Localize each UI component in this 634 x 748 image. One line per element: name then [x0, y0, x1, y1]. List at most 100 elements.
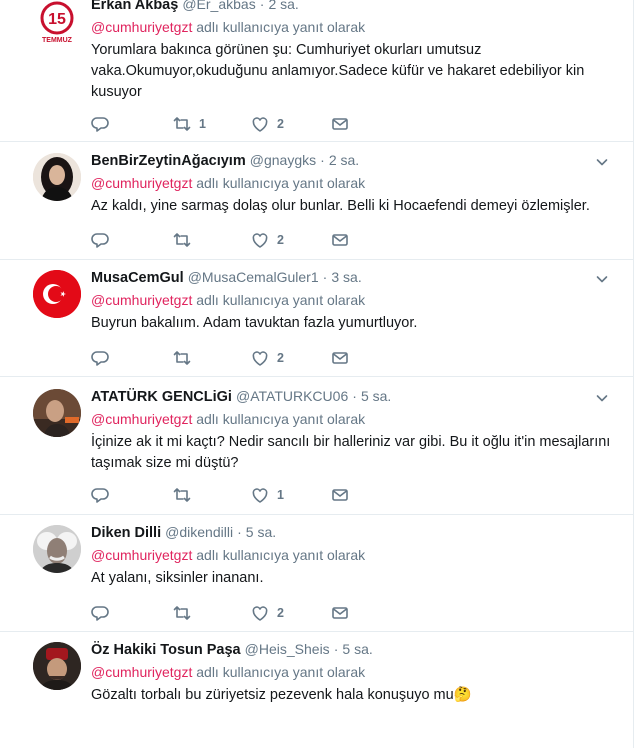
like-icon — [252, 351, 268, 366]
reply-icon — [91, 351, 109, 366]
separator-dot: · — [320, 152, 325, 168]
timestamp[interactable]: 5 sa. — [246, 524, 276, 540]
separator-dot: · — [352, 388, 357, 404]
tweet-text-body: Gözaltı torbalı bu züriyetsiz pezevenk h… — [91, 687, 454, 703]
like-button[interactable]: 1 — [251, 485, 284, 505]
user-handle[interactable]: @MusaCemalGuler1 — [188, 269, 319, 285]
mention-link[interactable]: @cumhuriyetgzt — [91, 175, 192, 191]
retweet-icon — [173, 351, 191, 365]
tweet-text: İçinize ak it mi kaçtı? Nedir sancılı bi… — [91, 434, 611, 471]
avatar[interactable] — [33, 270, 81, 318]
like-button[interactable]: 2 — [251, 603, 284, 623]
retweet-button[interactable]: 1 — [173, 114, 206, 134]
reply-button[interactable] — [91, 230, 109, 250]
message-button[interactable] — [331, 603, 349, 623]
like-button[interactable]: 2 — [251, 230, 284, 250]
timestamp[interactable]: 5 sa. — [342, 641, 372, 657]
timestamp[interactable]: 2 sa. — [329, 152, 359, 168]
reply-icon — [91, 488, 109, 503]
retweet-icon — [173, 488, 191, 502]
reply-label: adlı kullanıcıya yanıt olarak — [196, 19, 366, 35]
retweet-icon — [173, 117, 191, 131]
display-name[interactable]: Erkan Akbaş — [91, 0, 178, 13]
tweet-text: Yorumlara bakınca görünen şu: Cumhuriyet… — [91, 42, 585, 100]
reply-context: @cumhuriyetgzt adlı kullanıcıya yanıt ol… — [91, 173, 614, 193]
reply-context: @cumhuriyetgzt adlı kullanıcıya yanıt ol… — [91, 409, 614, 429]
user-handle[interactable]: @Er_akbas — [182, 0, 255, 12]
message-button[interactable] — [331, 114, 349, 134]
tweet-actions: 2 — [91, 230, 361, 250]
display-name[interactable]: Öz Hakiki Tosun Paşa — [91, 642, 241, 658]
mention-link[interactable]: @cumhuriyetgzt — [91, 411, 192, 427]
timestamp[interactable]: 2 sa. — [268, 0, 298, 12]
tweet[interactable]: Diken Dilli @dikendilli · 5 sa. @cumhuri… — [0, 515, 633, 632]
chevron-down-icon[interactable] — [596, 273, 608, 285]
avatar[interactable] — [33, 153, 81, 201]
tweet-actions: 2 — [91, 348, 361, 368]
user-handle[interactable]: @gnaygks — [250, 152, 316, 168]
display-name[interactable]: BenBirZeytinAğacıyım — [91, 153, 246, 169]
separator-dot: · — [237, 524, 242, 540]
display-name[interactable]: ATATÜRK GENCLiGi — [91, 389, 232, 405]
timestamp[interactable]: 5 sa. — [361, 388, 391, 404]
svg-text:TEMMUZ: TEMMUZ — [42, 37, 73, 44]
retweet-icon — [173, 606, 191, 620]
mention-link[interactable]: @cumhuriyetgzt — [91, 19, 192, 35]
separator-dot: · — [333, 641, 339, 657]
tweet-header: BenBirZeytinAğacıyım @gnaygks · 2 sa. — [91, 150, 614, 170]
mention-link[interactable]: @cumhuriyetgzt — [91, 664, 192, 680]
message-icon — [332, 352, 348, 364]
reply-button[interactable] — [91, 603, 109, 623]
message-icon — [332, 234, 348, 246]
user-handle[interactable]: @Heis_Sheis — [245, 641, 330, 657]
like-icon — [252, 117, 268, 132]
user-handle[interactable]: @dikendilli — [165, 524, 233, 540]
timestamp[interactable]: 3 sa. — [331, 269, 361, 285]
tweet[interactable]: MusaCemGul @MusaCemalGuler1 · 3 sa. @cum… — [0, 260, 633, 377]
avatar[interactable] — [33, 642, 81, 690]
reply-button[interactable] — [91, 485, 109, 505]
tweet-header: MusaCemGul @MusaCemalGuler1 · 3 sa. — [91, 267, 614, 287]
tweet[interactable]: 15 TEMMUZ Erkan Akbaş @Er_akbas · 2 sa. … — [0, 0, 633, 142]
reply-label: adlı kullanıcıya yanıt olarak — [196, 411, 366, 427]
reply-button[interactable] — [91, 114, 109, 134]
like-icon — [252, 488, 268, 503]
reply-label: adlı kullanıcıya yanıt olarak — [196, 175, 366, 191]
display-name[interactable]: MusaCemGul — [91, 270, 184, 286]
thinking-face-emoji: 🤔 — [453, 687, 472, 703]
user-handle[interactable]: @ATATURKCU06 — [236, 388, 348, 404]
mention-link[interactable]: @cumhuriyetgzt — [91, 292, 192, 308]
retweet-button[interactable] — [173, 603, 191, 623]
tweet-text: At yalanı, siksinler inananı. — [91, 570, 264, 586]
tweet-text: Az kaldı, yine sarmaş dolaş olur bunlar.… — [91, 198, 590, 214]
reply-label: adlı kullanıcıya yanıt olarak — [196, 292, 366, 308]
display-name[interactable]: Diken Dilli — [91, 525, 161, 541]
retweet-icon — [173, 233, 191, 247]
chevron-down-icon[interactable] — [596, 156, 608, 168]
july-15-logo: 15 TEMMUZ — [40, 1, 74, 44]
avatar-photo — [33, 389, 81, 437]
tweet[interactable]: ATATÜRK GENCLiGi @ATATURKCU06 · 5 sa. @c… — [0, 377, 633, 515]
message-button[interactable] — [331, 348, 349, 368]
mention-link[interactable]: @cumhuriyetgzt — [91, 547, 192, 563]
tweet[interactable]: Öz Hakiki Tosun Paşa @Heis_Sheis · 5 sa.… — [0, 632, 633, 748]
chevron-down-icon[interactable] — [596, 392, 608, 404]
avatar[interactable]: 15 TEMMUZ — [33, 0, 81, 46]
retweet-button[interactable] — [173, 230, 191, 250]
tweet-actions: 1 — [91, 485, 361, 505]
avatar[interactable] — [33, 389, 81, 437]
tweet-header: Öz Hakiki Tosun Paşa @Heis_Sheis · 5 sa. — [91, 639, 614, 659]
avatar[interactable] — [33, 525, 81, 573]
retweet-button[interactable] — [173, 348, 191, 368]
reply-button[interactable] — [91, 348, 109, 368]
retweet-count: 1 — [199, 117, 206, 131]
like-icon — [252, 606, 268, 621]
like-button[interactable]: 2 — [251, 114, 284, 134]
message-button[interactable] — [331, 485, 349, 505]
tweet[interactable]: BenBirZeytinAğacıyım @gnaygks · 2 sa. @c… — [0, 142, 633, 260]
retweet-button[interactable] — [173, 485, 191, 505]
reply-label: adlı kullanıcıya yanıt olarak — [196, 664, 366, 680]
like-button[interactable]: 2 — [251, 348, 284, 368]
reply-icon — [91, 606, 109, 621]
message-button[interactable] — [331, 230, 349, 250]
